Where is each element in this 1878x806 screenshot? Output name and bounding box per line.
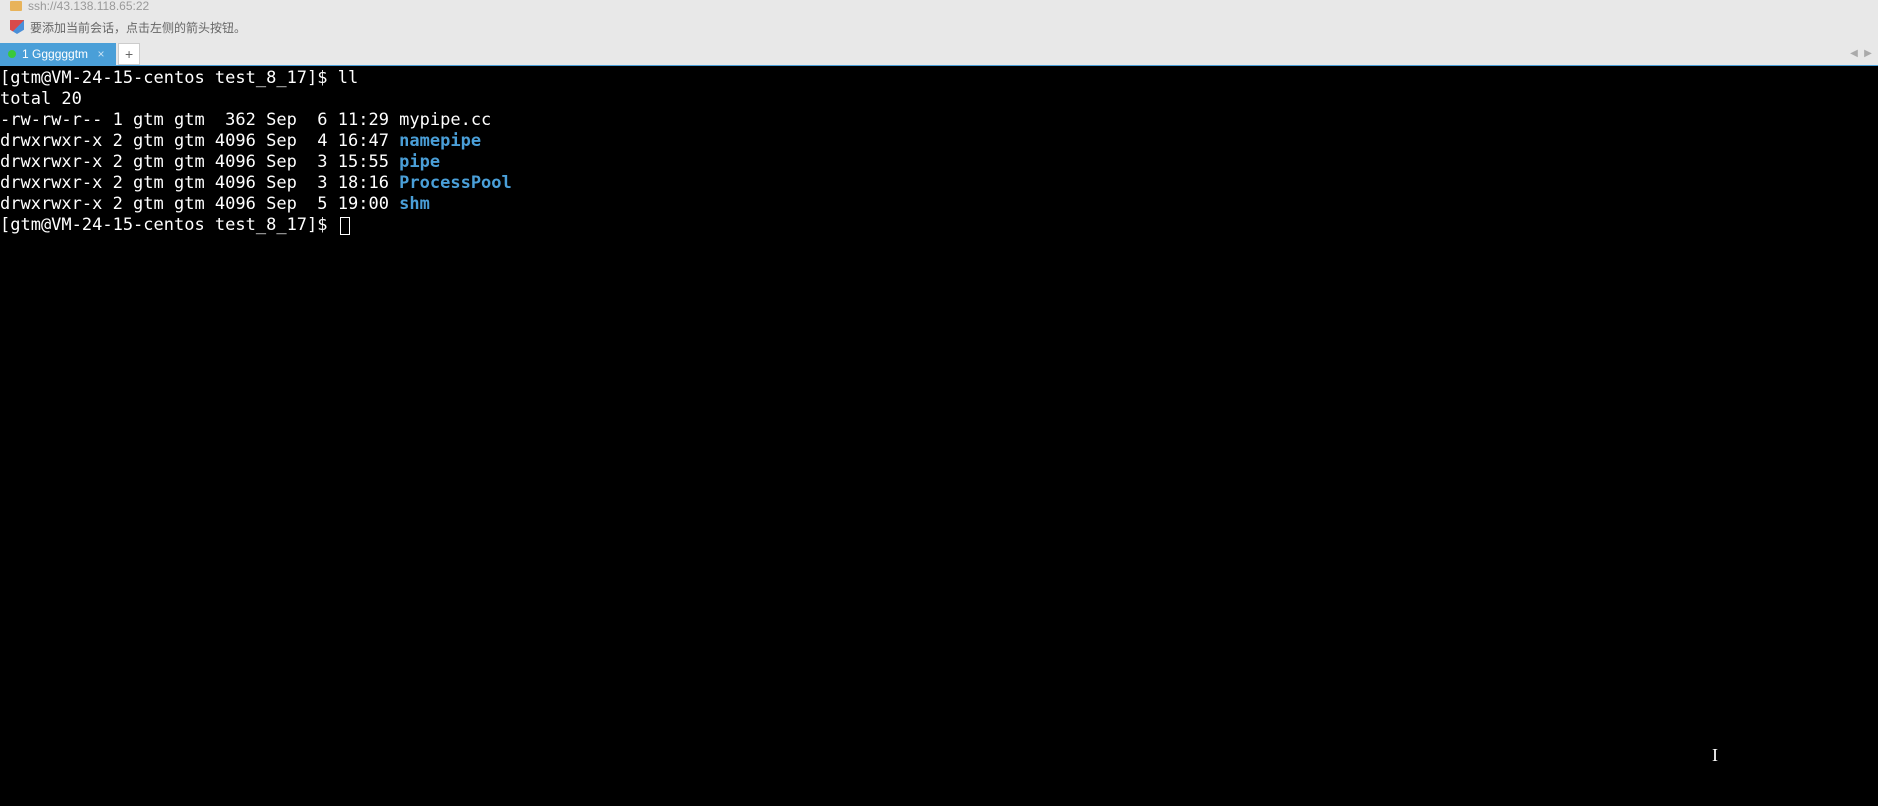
info-message: 要添加当前会话，点击左侧的箭头按钮。 [30,19,246,36]
directory-name: namepipe [399,131,481,151]
terminal-cursor [340,217,350,235]
list-item: -rw-rw-r-- 1 gtm gtm 362 Sep 6 11:29 myp… [0,110,1878,131]
file-permissions: drwxrwxr-x 2 gtm gtm 4096 Sep 3 15:55 [0,152,399,172]
command-text: ll [338,68,358,88]
add-tab-button[interactable]: + [118,43,140,65]
file-permissions: drwxrwxr-x 2 gtm gtm 4096 Sep 4 16:47 [0,131,399,151]
file-name: mypipe.cc [399,110,491,130]
shell-prompt: [gtm@VM-24-15-centos test_8_17]$ [0,215,338,235]
file-permissions: drwxrwxr-x 2 gtm gtm 4096 Sep 5 19:00 [0,194,399,214]
terminal-line: [gtm@VM-24-15-centos test_8_17]$ [0,215,1878,236]
folder-icon [10,1,22,11]
ssh-address: ssh://43.138.118.65:22 [28,0,149,13]
text-cursor-icon: I [1712,745,1718,766]
flag-icon [10,20,24,34]
shell-prompt: [gtm@VM-24-15-centos test_8_17]$ [0,68,338,88]
title-bar: ssh://43.138.118.65:22 [0,0,1878,12]
tab-label: 1 Ggggggtm [22,47,88,61]
tab-nav-right-icon[interactable]: ▶ [1862,48,1874,60]
file-permissions: -rw-rw-r-- 1 gtm gtm 362 Sep 6 11:29 [0,110,399,130]
directory-name: shm [399,194,430,214]
terminal-total-line: total 20 [0,89,1878,110]
list-item: drwxrwxr-x 2 gtm gtm 4096 Sep 5 19:00 sh… [0,194,1878,215]
tab-nav-left-icon[interactable]: ◀ [1848,48,1860,60]
tab-session-1[interactable]: 1 Ggggggtm × [0,43,116,65]
terminal-area[interactable]: [gtm@VM-24-15-centos test_8_17]$ ll tota… [0,66,1878,806]
info-bar: 要添加当前会话，点击左侧的箭头按钮。 [0,12,1878,42]
tab-nav-arrows: ◀ ▶ [1848,48,1874,60]
list-item: drwxrwxr-x 2 gtm gtm 4096 Sep 3 18:16 Pr… [0,173,1878,194]
directory-name: ProcessPool [399,173,512,193]
connection-status-icon [8,50,16,58]
tab-close-button[interactable]: × [94,47,108,61]
terminal-line: [gtm@VM-24-15-centos test_8_17]$ ll [0,68,1878,89]
file-listing: -rw-rw-r-- 1 gtm gtm 362 Sep 6 11:29 myp… [0,110,1878,215]
list-item: drwxrwxr-x 2 gtm gtm 4096 Sep 3 15:55 pi… [0,152,1878,173]
file-permissions: drwxrwxr-x 2 gtm gtm 4096 Sep 3 18:16 [0,173,399,193]
list-item: drwxrwxr-x 2 gtm gtm 4096 Sep 4 16:47 na… [0,131,1878,152]
directory-name: pipe [399,152,440,172]
tab-bar: 1 Ggggggtm × + ◀ ▶ [0,42,1878,66]
